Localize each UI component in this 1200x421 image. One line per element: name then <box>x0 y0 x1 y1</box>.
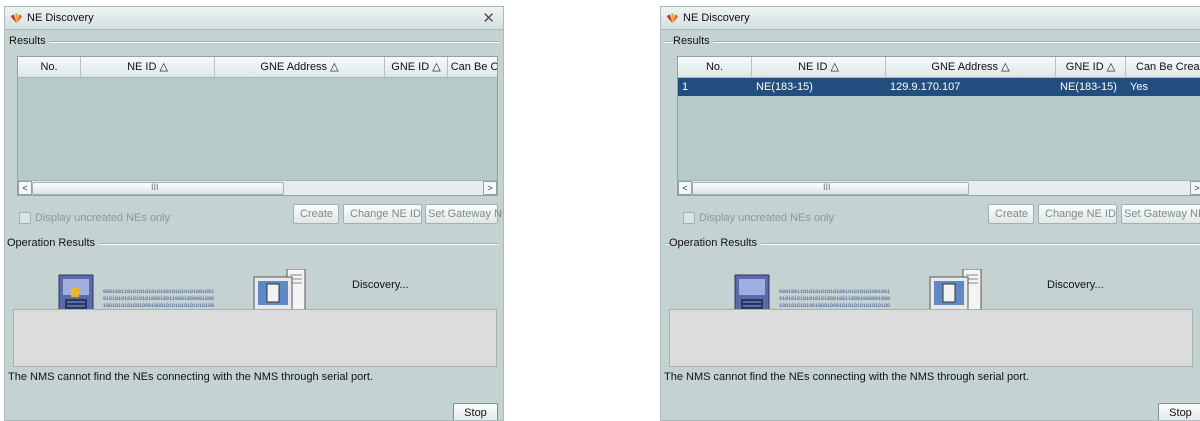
svg-text:000100110101010101010010101010: 0001001101010101010100101010101001001 <box>103 289 214 295</box>
title-bar[interactable]: NE Discovery ✕ <box>5 7 503 30</box>
column-header-can-be-created[interactable]: Can Be Crea <box>448 57 497 77</box>
result-message: The NMS cannot find the NEs connecting w… <box>664 371 1030 383</box>
stop-button[interactable]: Stop <box>1158 403 1200 420</box>
column-header-gne-address[interactable]: GNE Address △ <box>215 57 385 77</box>
results-divider <box>9 41 499 43</box>
results-label: Results <box>9 35 50 47</box>
results-label: Results <box>673 35 714 47</box>
cell-ne-id: NE(183-15) <box>756 81 813 93</box>
column-header-gne-id[interactable]: GNE ID △ <box>385 57 448 77</box>
result-message: The NMS cannot find the NEs connecting w… <box>8 371 374 383</box>
column-header-no[interactable]: No. <box>18 57 81 77</box>
column-header-ne-id[interactable]: NE ID △ <box>81 57 215 77</box>
column-header-gne-address[interactable]: GNE Address △ <box>886 57 1056 77</box>
checkbox-icon[interactable] <box>683 212 695 224</box>
change-ne-id-button[interactable]: Change NE ID <box>1038 204 1117 224</box>
operation-log-area[interactable] <box>669 309 1193 367</box>
column-header-gne-id[interactable]: GNE ID △ <box>1056 57 1126 77</box>
uncreated-only-checkbox[interactable]: Display uncreated NEs only <box>19 212 170 224</box>
horizontal-scrollbar[interactable]: < III > <box>678 180 1200 195</box>
scroll-grip: III <box>823 182 831 192</box>
checkbox-icon[interactable] <box>19 212 31 224</box>
cell-gne-address: 129.9.170.107 <box>890 81 961 93</box>
column-header-can-be-created[interactable]: Can Be Crea <box>1126 57 1200 77</box>
operation-results-label: Operation Results <box>7 237 100 249</box>
discovery-status: Discovery... <box>352 279 409 291</box>
scroll-left-icon[interactable]: < <box>18 181 32 195</box>
table-header: No. NE ID △ GNE Address △ GNE ID △ Can B… <box>678 57 1200 78</box>
uncreated-only-checkbox[interactable]: Display uncreated NEs only <box>683 212 834 224</box>
scroll-left-icon[interactable]: < <box>678 181 692 195</box>
change-ne-id-button[interactable]: Change NE ID <box>343 204 422 224</box>
title-bar[interactable]: NE Discovery <box>661 7 1200 30</box>
huawei-logo-icon <box>667 13 678 23</box>
dialog-title: NE Discovery <box>27 12 94 24</box>
set-gateway-ne-button[interactable]: Set Gateway NE <box>1121 204 1200 224</box>
svg-text:000100110101010101010010101010: 0001001101010101010100101010101001001 <box>779 289 890 295</box>
dialog-title: NE Discovery <box>683 12 750 24</box>
results-table[interactable]: No. NE ID △ GNE Address △ GNE ID △ Can B… <box>677 56 1200 196</box>
operation-results-label: Operation Results <box>669 237 762 249</box>
scroll-right-icon[interactable]: > <box>1190 181 1200 195</box>
svg-text:010101010101010100010011000100: 0101010101010101000100110001000001000 <box>779 296 890 302</box>
checkbox-label: Display uncreated NEs only <box>35 212 171 224</box>
stop-button[interactable]: Stop <box>453 403 498 420</box>
column-header-ne-id[interactable]: NE ID △ <box>752 57 886 77</box>
checkbox-label: Display uncreated NEs only <box>699 212 835 224</box>
horizontal-scrollbar[interactable]: < III > <box>18 180 497 195</box>
scroll-right-icon[interactable]: > <box>483 181 497 195</box>
operation-log-area[interactable] <box>13 309 497 367</box>
results-divider <box>665 41 1200 43</box>
close-icon[interactable]: ✕ <box>482 9 495 27</box>
scroll-grip: III <box>151 182 159 192</box>
discovery-status: Discovery... <box>1047 279 1104 291</box>
scroll-thumb[interactable]: III <box>32 182 284 195</box>
cell-no: 1 <box>682 81 689 93</box>
column-header-no[interactable]: No. <box>678 57 752 77</box>
cell-gne-id: NE(183-15) <box>1060 81 1117 93</box>
table-row[interactable]: 1 NE(183-15) 129.9.170.107 NE(183-15) Ye… <box>678 78 1200 96</box>
huawei-logo-icon <box>11 13 22 23</box>
cell-can-be-created: Yes <box>1130 81 1148 93</box>
table-header: No. NE ID △ GNE Address △ GNE ID △ Can B… <box>18 57 497 78</box>
ne-discovery-dialog-empty: NE Discovery ✕ Results No. NE ID △ GNE A… <box>4 6 504 421</box>
set-gateway-ne-button[interactable]: Set Gateway NE <box>425 204 503 224</box>
create-button[interactable]: Create <box>293 204 339 224</box>
results-table[interactable]: No. NE ID △ GNE Address △ GNE ID △ Can B… <box>17 56 498 196</box>
create-button[interactable]: Create <box>988 204 1034 224</box>
scroll-thumb[interactable]: III <box>692 182 969 195</box>
svg-text:010101010101010100010011000100: 0101010101010101000100110001000001000 <box>103 296 214 302</box>
ne-discovery-dialog-found: NE Discovery Results No. NE ID △ GNE Add… <box>660 6 1200 421</box>
